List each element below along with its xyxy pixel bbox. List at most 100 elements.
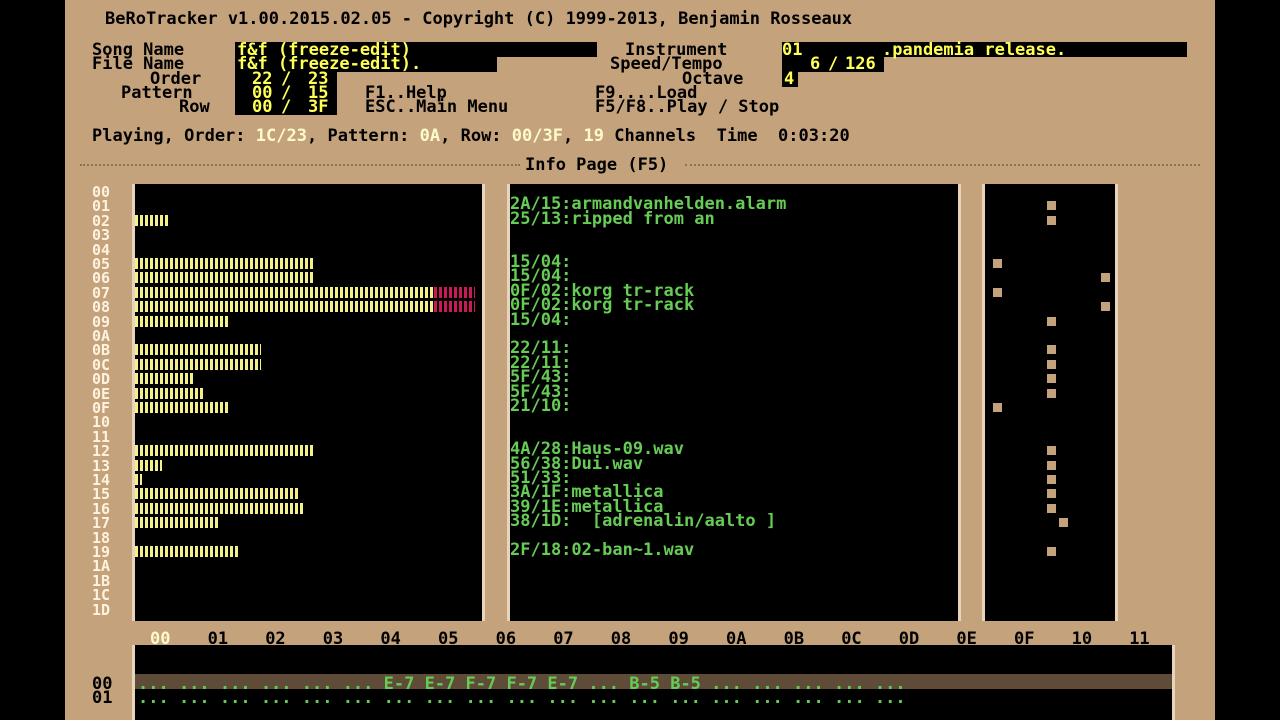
status-row-sep: / bbox=[532, 126, 543, 146]
sample-info-line: 38/1D: [adrenalin/aalto ] bbox=[510, 511, 777, 532]
volume-bar bbox=[135, 373, 193, 385]
speed-tempo-sep: / bbox=[828, 54, 839, 74]
app-title: BeRoTracker v1.00.2015.02.05 - Copyright… bbox=[105, 9, 853, 29]
play-stop-key-hint[interactable]: F5/F8..Play / Stop bbox=[595, 99, 779, 116]
octave-field[interactable]: 4 bbox=[782, 69, 798, 89]
volume-bar bbox=[135, 488, 298, 500]
volume-bar bbox=[135, 315, 230, 327]
pattern-channel-header[interactable]: 09 bbox=[668, 631, 688, 648]
status-channels: 19 bbox=[583, 126, 604, 146]
pattern-channel-header[interactable]: 04 bbox=[380, 631, 400, 648]
panning-indicator bbox=[1047, 503, 1056, 513]
status-order-sep: / bbox=[276, 126, 287, 146]
panning-indicator bbox=[1047, 547, 1056, 556]
panning-indicator bbox=[1059, 518, 1068, 528]
octave-value: 4 bbox=[784, 69, 795, 89]
panning-indicator bbox=[993, 259, 1002, 268]
pattern-channel-header[interactable]: 11 bbox=[1129, 631, 1149, 648]
status-time: 0:03:20 bbox=[778, 126, 850, 146]
pattern-channel-header[interactable]: 08 bbox=[611, 631, 631, 648]
pattern-row[interactable]: ... ... ... ... ... ... ... ... ... ... … bbox=[138, 690, 1173, 707]
instrument-name: .pandemia release. bbox=[882, 40, 1067, 60]
panning-indicator bbox=[1047, 388, 1056, 398]
panning-indicator bbox=[1101, 302, 1110, 312]
instrument-number: 01 bbox=[782, 40, 803, 60]
pattern-channel-header[interactable]: 0F bbox=[1014, 631, 1034, 648]
volume-peak-bar bbox=[434, 286, 475, 298]
volume-bar bbox=[135, 387, 203, 399]
channel-number: 1D bbox=[92, 600, 111, 619]
sample-info-panel: 2A/15:armandvanhelden.alarm 25/13:ripped … bbox=[507, 184, 961, 621]
volume-bar bbox=[135, 358, 261, 370]
status-order: 1C bbox=[255, 126, 277, 146]
speed-tempo-field[interactable]: 6 / 126 bbox=[782, 54, 884, 74]
tempo-value: 126 bbox=[845, 54, 876, 74]
sample-info-line: 15/04: bbox=[510, 309, 572, 330]
volume-bar bbox=[135, 286, 434, 298]
status-row-label: Row: bbox=[460, 126, 502, 146]
instrument-field[interactable]: 01 .pandemia release. bbox=[782, 40, 1187, 60]
main-menu-key-hint[interactable]: ESC..Main Menu bbox=[365, 99, 508, 116]
status-channels-label: Channels bbox=[614, 126, 697, 146]
panning-indicator bbox=[993, 287, 1002, 297]
pattern-channel-header[interactable]: 10 bbox=[1072, 631, 1092, 648]
status-time-label: Time bbox=[716, 126, 758, 146]
panning-indicator bbox=[1047, 374, 1056, 384]
row-sep: / bbox=[281, 97, 292, 117]
volume-bar bbox=[135, 517, 220, 529]
status-playing-label: Playing, Order: bbox=[92, 126, 246, 146]
panning-indicator bbox=[1047, 316, 1056, 326]
status-pattern: 0A bbox=[419, 126, 441, 146]
status-row-total: 3F bbox=[542, 126, 564, 146]
pattern-channel-header[interactable]: 0E bbox=[956, 631, 976, 648]
pattern-channel-header[interactable]: 06 bbox=[496, 631, 516, 648]
volume-panel bbox=[132, 184, 485, 621]
volume-bar bbox=[135, 272, 315, 284]
volume-bar bbox=[135, 502, 305, 514]
volume-bar bbox=[135, 258, 315, 269]
panning-indicator bbox=[1047, 359, 1056, 369]
volume-bar bbox=[135, 459, 162, 471]
panning-indicator bbox=[1047, 215, 1056, 225]
volume-bar bbox=[135, 546, 240, 557]
volume-bar bbox=[135, 214, 169, 226]
status-row: 00 bbox=[511, 126, 533, 146]
volume-bar bbox=[135, 402, 230, 413]
page-title: Info Page (F5) bbox=[525, 155, 669, 175]
status-order-total: 23 bbox=[286, 126, 307, 146]
pattern-channel-header[interactable]: 07 bbox=[553, 631, 573, 648]
sample-info-line: 21/10: bbox=[510, 396, 572, 416]
pattern-channel-header[interactable]: 03 bbox=[323, 631, 343, 648]
panning-indicator bbox=[1047, 345, 1056, 355]
panning-indicator bbox=[1047, 201, 1056, 211]
sample-info-line: 2F/18:02-ban~1.wav bbox=[510, 540, 695, 560]
tracker-screen: BeRoTracker v1.00.2015.02.05 - Copyright… bbox=[65, 0, 1215, 720]
pattern-channel-header[interactable]: 02 bbox=[265, 631, 285, 648]
panning-indicator bbox=[993, 403, 1002, 412]
volume-bar bbox=[135, 474, 142, 485]
sample-info-line: 25/13:ripped from an bbox=[510, 208, 715, 229]
pattern-channel-header[interactable]: 0D bbox=[899, 631, 919, 648]
pattern-channel-header[interactable]: 05 bbox=[438, 631, 458, 648]
row-current: 00 bbox=[252, 97, 273, 117]
status-pattern-label: Pattern: bbox=[327, 126, 410, 146]
octave-label: Octave bbox=[682, 69, 744, 89]
status-line: Playing, Order: 1C/23, Pattern: 0A, Row:… bbox=[92, 126, 850, 146]
row-max: 3F bbox=[308, 97, 329, 117]
panning-indicator bbox=[1047, 489, 1056, 499]
pattern-row-number: 01 bbox=[92, 688, 113, 708]
row-field[interactable]: 00 / 3F bbox=[235, 97, 337, 117]
volume-bar bbox=[135, 344, 261, 356]
pattern-channel-header[interactable]: 0A bbox=[726, 631, 746, 648]
pattern-channel-header[interactable]: 0C bbox=[841, 631, 861, 648]
panning-indicator bbox=[1047, 475, 1056, 484]
file-name-field[interactable]: f&f (freeze-edit). bbox=[235, 56, 497, 73]
pattern-channel-header[interactable]: 00 bbox=[150, 631, 170, 648]
volume-bar bbox=[135, 301, 434, 313]
pattern-channel-header[interactable]: 01 bbox=[208, 631, 228, 648]
panning-panel bbox=[982, 184, 1118, 621]
volume-bar bbox=[135, 445, 315, 457]
panning-indicator bbox=[1047, 446, 1056, 456]
speed-value: 6 bbox=[810, 54, 821, 74]
pattern-channel-header[interactable]: 0B bbox=[784, 631, 804, 648]
